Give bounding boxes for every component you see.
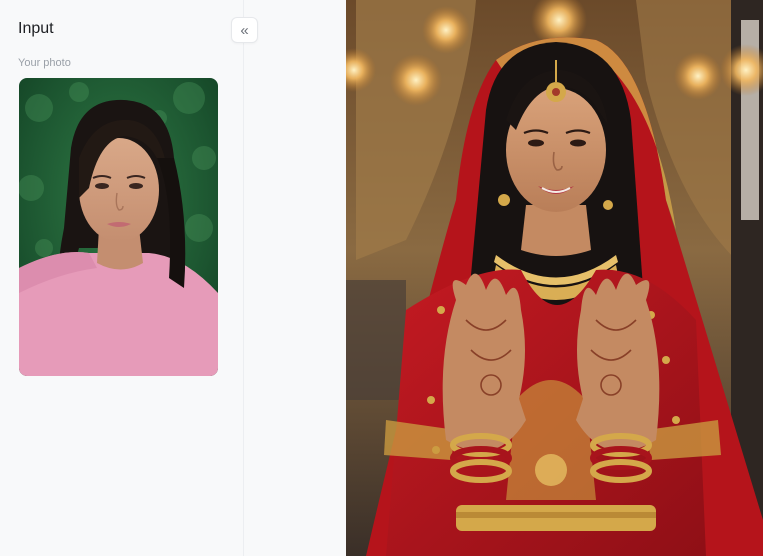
collapse-panel-button[interactable]: « <box>231 17 258 43</box>
panel-title: Input <box>18 20 54 37</box>
canvas-gap <box>244 0 346 556</box>
input-photo[interactable] <box>19 78 218 376</box>
photo-label: Your photo <box>18 57 71 69</box>
input-panel: Input Your photo <box>0 0 244 556</box>
input-photo-illustration <box>19 78 218 376</box>
result-image-illustration <box>346 0 763 556</box>
result-image[interactable] <box>346 0 763 556</box>
double-chevron-left-icon: « <box>240 21 249 39</box>
